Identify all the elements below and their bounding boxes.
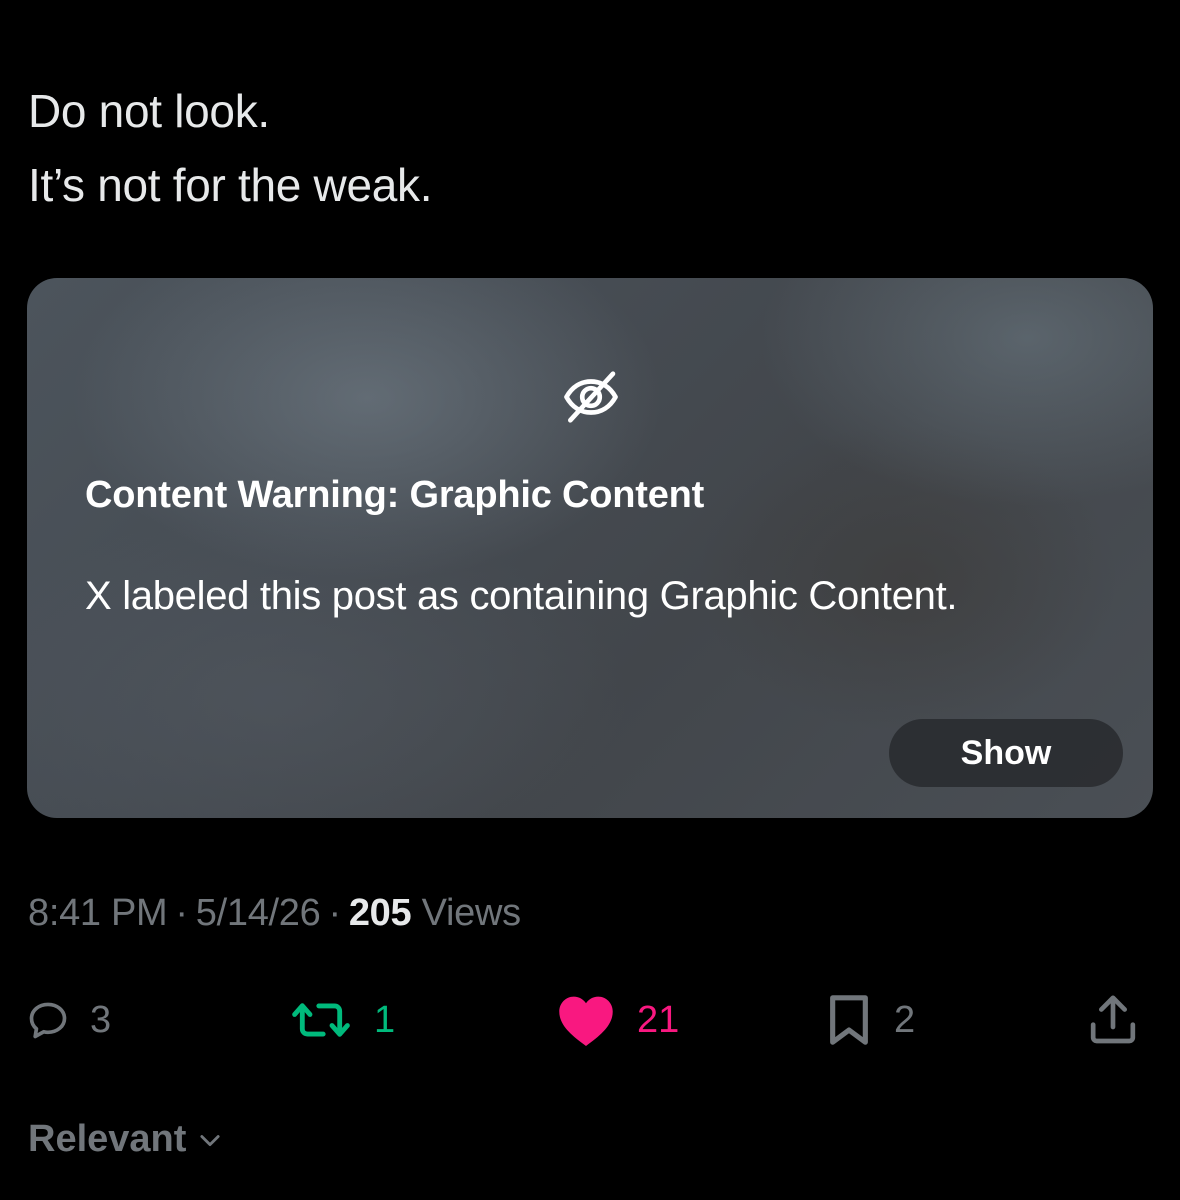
eye-slash-icon [564, 371, 618, 423]
content-warning-description: X labeled this post as containing Graphi… [85, 574, 958, 618]
post-text-line: Do not look. [28, 85, 270, 137]
content-warning-title: Content Warning: Graphic Content [85, 474, 705, 516]
repost-button[interactable]: 1 [288, 985, 395, 1055]
replies-sort-dropdown[interactable]: Relevant [28, 1118, 224, 1161]
repost-icon [292, 1003, 350, 1037]
replies-sort-label: Relevant [28, 1118, 187, 1160]
like-count: 21 [637, 998, 680, 1041]
reply-button[interactable]: 3 [26, 985, 111, 1055]
chevron-down-icon [200, 1134, 220, 1146]
bookmark-count: 2 [894, 998, 916, 1041]
meta-separator: · [328, 892, 341, 934]
bookmark-button[interactable]: 2 [824, 985, 915, 1055]
post-date[interactable]: 5/14/26 [196, 892, 321, 934]
sensitive-media-card: Content Warning: Graphic Content X label… [27, 278, 1153, 818]
meta-separator: · [175, 892, 188, 934]
reply-icon [29, 1002, 67, 1039]
like-button[interactable]: 21 [555, 985, 679, 1055]
post-meta: 8:41 PM · 5/14/26 · 205 Views [28, 892, 521, 935]
post-text-line: It’s not for the weak. [28, 159, 433, 211]
repost-count: 1 [374, 998, 396, 1041]
reply-count: 3 [90, 998, 112, 1041]
bookmark-icon [830, 995, 868, 1045]
show-media-button[interactable]: Show [889, 719, 1123, 787]
heart-icon [559, 996, 613, 1046]
views-label[interactable]: Views [422, 892, 521, 934]
post-detail: Do not look. It’s not for the weak. Cont… [0, 0, 1180, 1200]
post-text: Do not look. It’s not for the weak. [28, 74, 433, 222]
action-bar: 3 1 21 2 [0, 985, 1180, 1055]
share-button[interactable] [1085, 985, 1141, 1055]
share-icon [1090, 995, 1136, 1044]
post-time[interactable]: 8:41 PM [28, 892, 168, 934]
views-count[interactable]: 205 [349, 892, 412, 934]
